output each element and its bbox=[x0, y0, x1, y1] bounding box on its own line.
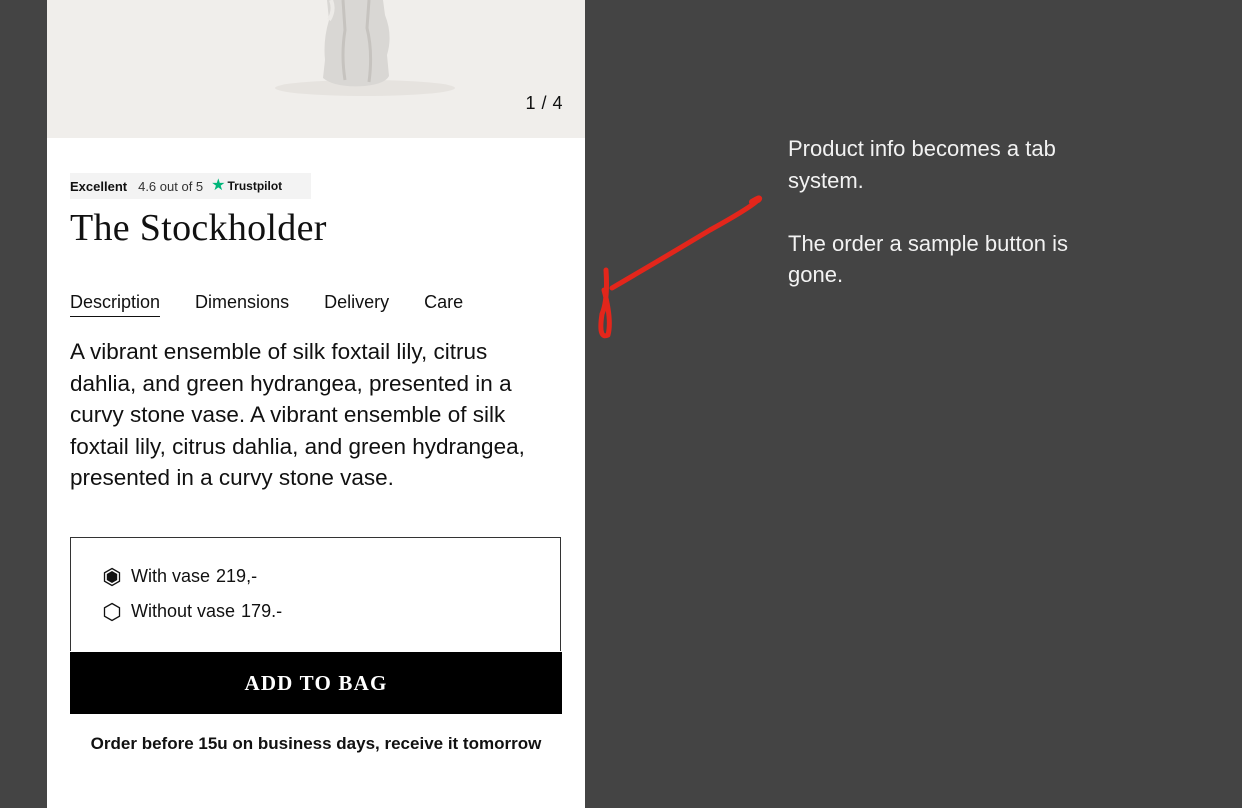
trustpilot-widget[interactable]: Excellent 4.6 out of 5 ★ Trustpilot bbox=[70, 173, 311, 199]
product-panel: 1 / 4 Excellent 4.6 out of 5 ★ Trustpilo… bbox=[47, 0, 585, 808]
vase-image bbox=[275, 0, 455, 96]
product-image-gallery[interactable]: 1 / 4 bbox=[47, 0, 585, 138]
option-label: Without vase bbox=[131, 601, 236, 621]
trustpilot-brand: Trustpilot bbox=[227, 179, 283, 193]
red-arrow-icon bbox=[598, 195, 763, 339]
option-price: 219,- bbox=[216, 566, 258, 586]
option-without-vase[interactable]: Without vase 179.- bbox=[102, 601, 282, 622]
star-icon: ★ bbox=[211, 177, 226, 194]
add-to-bag-button[interactable]: ADD TO BAG bbox=[70, 652, 562, 714]
product-title: The Stockholder bbox=[70, 207, 327, 249]
tab-description[interactable]: Description bbox=[70, 292, 161, 317]
tab-delivery[interactable]: Delivery bbox=[324, 292, 389, 317]
delivery-note: Order before 15u on business days, recei… bbox=[90, 734, 542, 753]
radio-unselected-icon bbox=[103, 602, 121, 621]
annotation-line-2: The order a sample button is gone. bbox=[788, 230, 1069, 288]
image-counter: 1 / 4 bbox=[525, 93, 563, 113]
annotation-note: Product info becomes a tab system. The o… bbox=[788, 133, 1128, 323]
tab-dimensions[interactable]: Dimensions bbox=[195, 292, 289, 317]
trustpilot-rating-word: Excellent bbox=[70, 178, 128, 194]
product-description: A vibrant ensemble of silk foxtail lily,… bbox=[70, 339, 525, 491]
annotation-line-1: Product info becomes a tab system. bbox=[788, 136, 1056, 193]
option-label: With vase bbox=[131, 566, 211, 586]
tab-care[interactable]: Care bbox=[424, 292, 463, 317]
radio-selected-icon bbox=[103, 567, 121, 586]
vase-options: With vase 219,- Without vase 179.- bbox=[70, 537, 561, 651]
option-with-vase[interactable]: With vase 219,- bbox=[102, 566, 257, 587]
trustpilot-score: 4.6 out of 5 bbox=[138, 178, 204, 194]
option-price: 179.- bbox=[241, 601, 283, 621]
product-info-tabs: Description Dimensions Delivery Care bbox=[70, 292, 463, 317]
